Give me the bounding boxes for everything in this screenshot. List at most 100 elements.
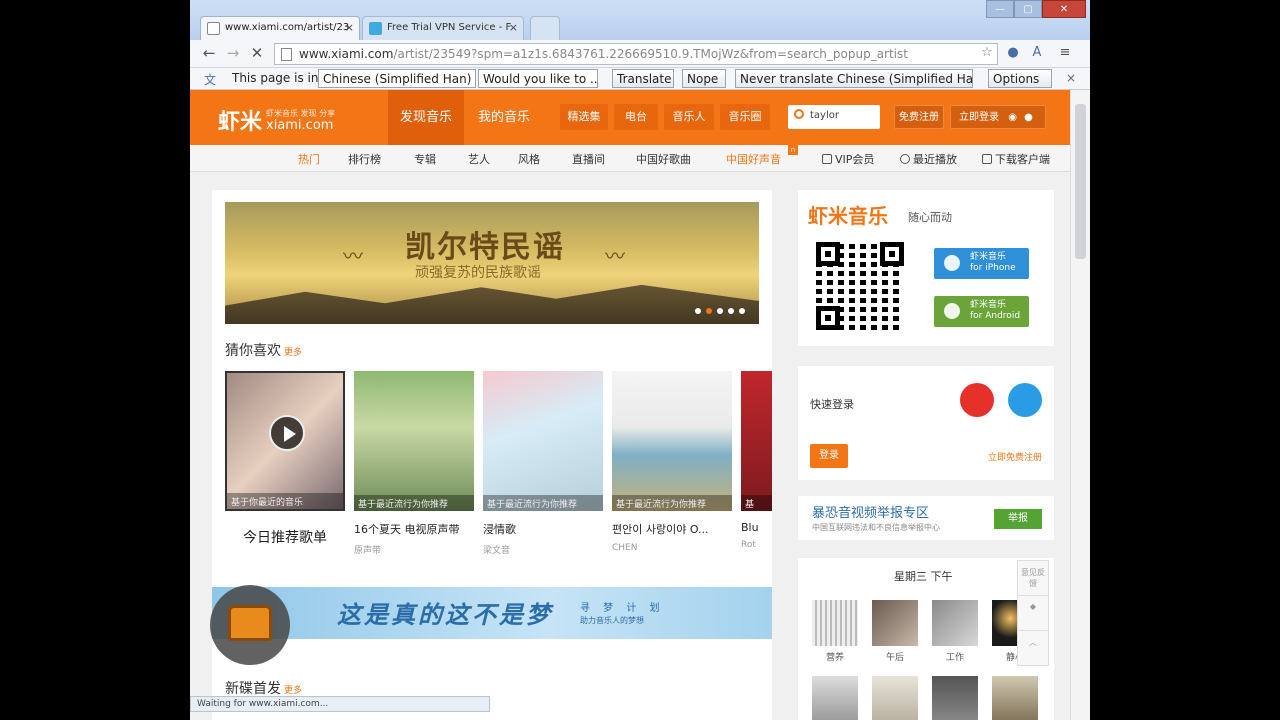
category-styles[interactable]: 风格 [518, 151, 540, 167]
report-button[interactable]: 举报 [994, 509, 1042, 529]
card-cover: 基于最近流行为你推荐 [354, 371, 474, 511]
carousel-dot[interactable] [717, 308, 723, 314]
mood-thumbnail[interactable] [932, 600, 978, 646]
forward-button[interactable]: → [222, 44, 244, 62]
register-link[interactable]: 立即免费注册 [988, 450, 1042, 463]
xiami-logo[interactable]: 虾米 虾米音乐 发现 分享 xiami.com [218, 104, 335, 136]
android-icon [944, 303, 960, 319]
nav-discover[interactable]: 发现音乐 [388, 90, 464, 145]
url-path: /artist/23549?spm=a1z1s.6843761.22666951… [393, 47, 908, 61]
feedback-button[interactable]: 意见反馈 [1018, 561, 1048, 596]
chest-icon [228, 605, 272, 641]
promo-banner[interactable]: 这是真的这不是梦 寻 梦 计 划 助力音乐人的梦想 [212, 587, 772, 639]
carousel-dot[interactable] [695, 308, 701, 314]
nav-collections[interactable]: 精选集 [560, 104, 608, 130]
qq-login-icon[interactable] [1008, 383, 1042, 417]
card-caption: 基于最近流行为你推荐 [354, 495, 474, 511]
mood-thumbnail[interactable] [872, 676, 918, 720]
category-charts[interactable]: 排行榜 [348, 151, 381, 167]
register-button[interactable]: 免费注册 [894, 105, 944, 129]
card-name: 편안이 사랑이야 O... [612, 523, 709, 536]
album-card[interactable]: 基于最近流行为你推荐 편안이 사랑이야 O... CHEN [612, 371, 732, 553]
weibo-icon: ◉ [1008, 112, 1017, 123]
playlist-card[interactable]: 基于你最近的音乐 今日推荐歌单 [225, 371, 345, 547]
vip-link[interactable]: VIP会员 [822, 151, 874, 167]
android-download-button[interactable]: 虾米音乐 for Android [934, 296, 1029, 327]
report-title[interactable]: 暴恐音视频举报专区 [812, 502, 929, 521]
more-link[interactable]: 更多 [284, 348, 302, 358]
options-button[interactable]: Options [988, 69, 1052, 88]
back-to-top-icon[interactable]: ︿ [1018, 631, 1048, 666]
album-card[interactable]: 基于最近流行为你推荐 浸情歌 梁文音 [483, 371, 603, 556]
new-tab-button[interactable] [530, 16, 560, 40]
close-infobar-icon[interactable]: × [1066, 71, 1076, 85]
close-tab-icon[interactable]: × [509, 21, 518, 34]
hero-banner[interactable]: 〰 凯尔特民谣 〰 顽强复苏的民族歌谣 [225, 202, 759, 324]
minimize-button[interactable]: — [986, 0, 1014, 18]
category-artists[interactable]: 艺人 [468, 151, 490, 167]
treasure-chest-button[interactable] [210, 585, 290, 665]
close-window-button[interactable]: ✕ [1042, 0, 1086, 18]
close-tab-icon[interactable]: × [345, 21, 354, 34]
ornament-icon: 〰 [605, 244, 625, 268]
chrome-menu-icon[interactable]: ≡ [1056, 45, 1074, 63]
mood-thumbnail[interactable] [812, 600, 858, 646]
category-albums[interactable]: 专辑 [414, 151, 436, 167]
logo-text: 虾米 [218, 110, 263, 135]
nav-circle[interactable]: 音乐圈 [720, 104, 770, 130]
vertical-scrollbar[interactable] [1070, 90, 1090, 720]
nav-musicians[interactable]: 音乐人 [664, 104, 714, 130]
nav-my-music[interactable]: 我的音乐 [466, 90, 542, 145]
address-bar[interactable]: www.xiami.com/artist/23549?spm=a1z1s.684… [274, 43, 998, 65]
album-card[interactable]: 基 Blu Rot [741, 371, 772, 550]
card-caption: 基于最近流行为你推荐 [483, 495, 603, 511]
tab-vpn[interactable]: Free Trial VPN Service - F × [362, 16, 524, 40]
maximize-button[interactable]: ▢ [1014, 0, 1042, 18]
category-china-voice[interactable]: 中国好声音 [726, 151, 781, 167]
nav-radio[interactable]: 电台 [614, 104, 658, 130]
web-page: 虾米 虾米音乐 发现 分享 xiami.com 发现音乐 我的音乐 精选集 电台… [190, 90, 1070, 720]
translate-icon[interactable]: A [1028, 45, 1046, 63]
album-card[interactable]: 基于最近流行为你推荐 16个夏天 电视原声带 原声带 [354, 371, 474, 556]
back-button[interactable]: ← [198, 44, 220, 62]
carousel-dot[interactable] [739, 308, 745, 314]
category-china-song[interactable]: 中国好歌曲 [636, 151, 691, 167]
mood-panel: 星期三 下午 营养 午后 工作 静心 [798, 558, 1054, 720]
card-name: 浸情歌 [483, 523, 516, 536]
translate-button[interactable]: Translate [612, 69, 674, 88]
login-button[interactable]: 登录 [810, 444, 848, 468]
mood-thumbnail[interactable] [812, 676, 858, 720]
scrollbar-thumb[interactable] [1075, 104, 1086, 259]
weibo-login-icon[interactable] [960, 383, 994, 417]
translate-question[interactable]: Would you like to ... [478, 69, 598, 88]
login-label: 立即登录 [959, 112, 999, 123]
mood-thumbnail[interactable] [872, 600, 918, 646]
tag-icon[interactable]: ◆ [1018, 596, 1048, 631]
recommend-title: 猜你喜欢 [225, 343, 281, 359]
carousel-dot[interactable] [706, 308, 712, 314]
nope-button[interactable]: Nope [682, 69, 726, 88]
recent-link[interactable]: 最近播放 [900, 151, 957, 167]
search-input[interactable]: taylor [788, 105, 880, 129]
url-host: www.xiami.com [299, 47, 394, 61]
extension-icon[interactable]: ● [1004, 45, 1022, 63]
stop-button[interactable]: ✕ [246, 44, 268, 62]
vip-icon [822, 154, 832, 164]
category-hot[interactable]: 热门 [298, 151, 320, 167]
bookmark-star-icon[interactable]: ☆ [978, 45, 996, 63]
login-button[interactable]: 立即登录 ◉ ● [950, 105, 1046, 129]
play-icon[interactable] [269, 415, 305, 451]
download-label: 下载客户端 [995, 153, 1050, 166]
apple-icon [944, 255, 960, 271]
never-translate-button[interactable]: Never translate Chinese (Simplified Han) [735, 69, 973, 88]
tab-xiami[interactable]: www.xiami.com/artist/23 × [200, 16, 360, 40]
more-link[interactable]: 更多 [284, 686, 302, 696]
mood-thumbnail[interactable] [992, 676, 1038, 720]
carousel-dot[interactable] [728, 308, 734, 314]
language-select[interactable]: Chinese (Simplified Han) [318, 69, 476, 88]
category-live[interactable]: 直播间 [572, 151, 605, 167]
iphone-download-button[interactable]: 虾米音乐 for iPhone [934, 248, 1029, 279]
time-title: 星期三 下午 [894, 570, 953, 583]
mood-thumbnail[interactable] [932, 676, 978, 720]
download-link[interactable]: 下载客户端 [982, 151, 1050, 167]
